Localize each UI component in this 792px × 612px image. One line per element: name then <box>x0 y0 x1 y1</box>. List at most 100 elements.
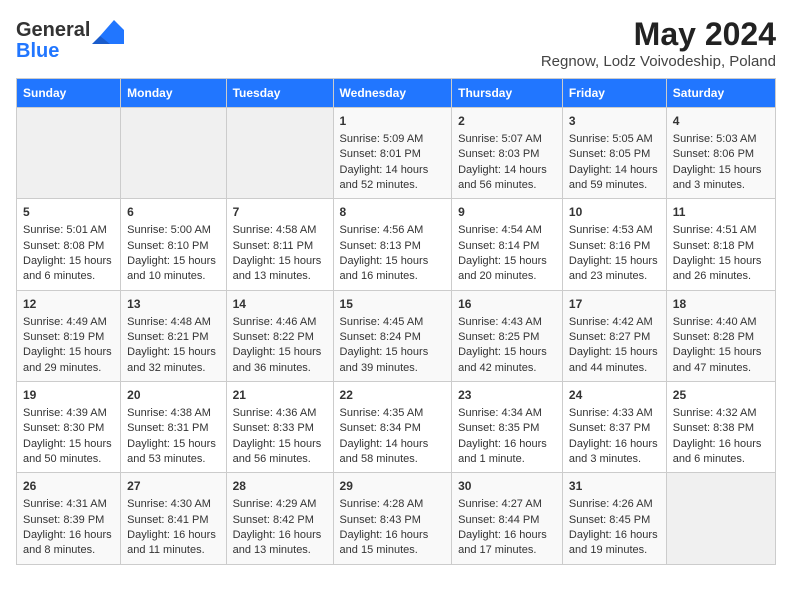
sunrise-line: Sunrise: 4:56 AM <box>340 223 446 238</box>
sunset-line: Sunset: 8:03 PM <box>458 147 556 162</box>
sunrise-line: Sunrise: 5:07 AM <box>458 132 556 147</box>
sunset-line: Sunset: 8:37 PM <box>569 421 660 436</box>
day-number: 25 <box>673 387 769 404</box>
sunrise-line: Sunrise: 4:40 AM <box>673 315 769 330</box>
calendar-cell: 4Sunrise: 5:03 AMSunset: 8:06 PMDaylight… <box>666 108 775 199</box>
sunset-line: Sunset: 8:06 PM <box>673 147 769 162</box>
calendar-cell: 3Sunrise: 5:05 AMSunset: 8:05 PMDaylight… <box>562 108 666 199</box>
sunrise-line: Sunrise: 5:05 AM <box>569 132 660 147</box>
sunrise-line: Sunrise: 4:39 AM <box>23 406 114 421</box>
sunset-line: Sunset: 8:08 PM <box>23 239 114 254</box>
sunset-line: Sunset: 8:39 PM <box>23 513 114 528</box>
calendar-cell <box>226 108 333 199</box>
calendar-cell: 9Sunrise: 4:54 AMSunset: 8:14 PMDaylight… <box>452 199 563 290</box>
col-header-sunday: Sunday <box>17 79 121 108</box>
sunrise-line: Sunrise: 4:51 AM <box>673 223 769 238</box>
daylight-line: Daylight: 15 hours and 23 minutes. <box>569 254 660 285</box>
daylight-line: Daylight: 15 hours and 20 minutes. <box>458 254 556 285</box>
sunrise-line: Sunrise: 4:43 AM <box>458 315 556 330</box>
sunset-line: Sunset: 8:14 PM <box>458 239 556 254</box>
page-title: May 2024 <box>541 16 776 53</box>
sunset-line: Sunset: 8:42 PM <box>233 513 327 528</box>
calendar-cell: 23Sunrise: 4:34 AMSunset: 8:35 PMDayligh… <box>452 382 563 473</box>
sunrise-line: Sunrise: 4:32 AM <box>673 406 769 421</box>
sunset-line: Sunset: 8:05 PM <box>569 147 660 162</box>
calendar-week-2: 5Sunrise: 5:01 AMSunset: 8:08 PMDaylight… <box>17 199 776 290</box>
day-number: 14 <box>233 296 327 313</box>
sunset-line: Sunset: 8:28 PM <box>673 330 769 345</box>
daylight-line: Daylight: 16 hours and 19 minutes. <box>569 528 660 559</box>
daylight-line: Daylight: 15 hours and 53 minutes. <box>127 437 219 468</box>
day-number: 31 <box>569 478 660 495</box>
sunrise-line: Sunrise: 4:30 AM <box>127 497 219 512</box>
day-number: 20 <box>127 387 219 404</box>
day-number: 8 <box>340 204 446 221</box>
calendar-week-4: 19Sunrise: 4:39 AMSunset: 8:30 PMDayligh… <box>17 382 776 473</box>
calendar-cell: 8 Sunrise: 4:56 AMSunset: 8:13 PMDaylight… <box>333 199 452 290</box>
sunset-line: Sunset: 8:13 PM <box>340 239 446 254</box>
calendar-cell: 7Sunrise: 4:58 AMSunset: 8:11 PMDaylight… <box>226 199 333 290</box>
day-number: 26 <box>23 478 114 495</box>
calendar-cell: 5Sunrise: 5:01 AMSunset: 8:08 PMDaylight… <box>17 199 121 290</box>
logo-icon <box>92 16 124 44</box>
daylight-line: Daylight: 16 hours and 6 minutes. <box>673 437 769 468</box>
day-number: 21 <box>233 387 327 404</box>
day-number: 19 <box>23 387 114 404</box>
logo: General Blue <box>16 16 124 63</box>
daylight-line: Daylight: 14 hours and 52 minutes. <box>340 163 446 194</box>
col-header-wednesday: Wednesday <box>333 79 452 108</box>
sunrise-line: Sunrise: 4:36 AM <box>233 406 327 421</box>
calendar-cell: 25Sunrise: 4:32 AMSunset: 8:38 PMDayligh… <box>666 382 775 473</box>
page-header: General Blue May 2024 Regnow, Lodz Voivo… <box>16 16 776 70</box>
calendar-header-row: SundayMondayTuesdayWednesdayThursdayFrid… <box>17 79 776 108</box>
sunrise-line: Sunrise: 4:53 AM <box>569 223 660 238</box>
sunrise-line: Sunrise: 4:26 AM <box>569 497 660 512</box>
sunrise-line: Sunrise: 4:33 AM <box>569 406 660 421</box>
day-number: 18 <box>673 296 769 313</box>
sunset-line: Sunset: 8:35 PM <box>458 421 556 436</box>
sunrise-line: Sunrise: 4:35 AM <box>340 406 446 421</box>
day-number: 6 <box>127 204 219 221</box>
sunset-line: Sunset: 8:21 PM <box>127 330 219 345</box>
col-header-thursday: Thursday <box>452 79 563 108</box>
daylight-line: Daylight: 15 hours and 16 minutes. <box>340 254 446 285</box>
day-number: 30 <box>458 478 556 495</box>
calendar-cell: 17Sunrise: 4:42 AMSunset: 8:27 PMDayligh… <box>562 290 666 381</box>
sunset-line: Sunset: 8:16 PM <box>569 239 660 254</box>
day-number: 23 <box>458 387 556 404</box>
calendar-table: SundayMondayTuesdayWednesdayThursdayFrid… <box>16 78 776 565</box>
daylight-line: Daylight: 16 hours and 17 minutes. <box>458 528 556 559</box>
sunset-line: Sunset: 8:10 PM <box>127 239 219 254</box>
day-number: 16 <box>458 296 556 313</box>
day-number: 28 <box>233 478 327 495</box>
col-header-monday: Monday <box>121 79 226 108</box>
day-number: 15 <box>340 296 446 313</box>
sunrise-line: Sunrise: 5:00 AM <box>127 223 219 238</box>
calendar-cell: 28Sunrise: 4:29 AMSunset: 8:42 PMDayligh… <box>226 473 333 564</box>
daylight-line: Daylight: 16 hours and 13 minutes. <box>233 528 327 559</box>
daylight-line: Daylight: 16 hours and 11 minutes. <box>127 528 219 559</box>
daylight-line: Daylight: 15 hours and 32 minutes. <box>127 345 219 376</box>
calendar-cell: 21Sunrise: 4:36 AMSunset: 8:33 PMDayligh… <box>226 382 333 473</box>
calendar-cell: 11Sunrise: 4:51 AMSunset: 8:18 PMDayligh… <box>666 199 775 290</box>
calendar-cell: 27Sunrise: 4:30 AMSunset: 8:41 PMDayligh… <box>121 473 226 564</box>
sunrise-line: Sunrise: 5:09 AM <box>340 132 446 147</box>
page-subtitle: Regnow, Lodz Voivodeship, Poland <box>541 53 776 70</box>
sunset-line: Sunset: 8:44 PM <box>458 513 556 528</box>
sunset-line: Sunset: 8:33 PM <box>233 421 327 436</box>
day-number: 7 <box>233 204 327 221</box>
logo-general-text: General <box>16 19 90 42</box>
sunrise-line: Sunrise: 4:45 AM <box>340 315 446 330</box>
calendar-cell: 24Sunrise: 4:33 AMSunset: 8:37 PMDayligh… <box>562 382 666 473</box>
calendar-cell: 12Sunrise: 4:49 AMSunset: 8:19 PMDayligh… <box>17 290 121 381</box>
day-number: 4 <box>673 113 769 130</box>
daylight-line: Daylight: 14 hours and 58 minutes. <box>340 437 446 468</box>
daylight-line: Daylight: 15 hours and 3 minutes. <box>673 163 769 194</box>
sunrise-line: Sunrise: 4:38 AM <box>127 406 219 421</box>
sunset-line: Sunset: 8:45 PM <box>569 513 660 528</box>
day-number: 3 <box>569 113 660 130</box>
daylight-line: Daylight: 16 hours and 1 minute. <box>458 437 556 468</box>
title-block: May 2024 Regnow, Lodz Voivodeship, Polan… <box>541 16 776 70</box>
calendar-cell: 31 Sunrise: 4:26 AMSunset: 8:45 PMDayligh… <box>562 473 666 564</box>
day-number: 11 <box>673 204 769 221</box>
